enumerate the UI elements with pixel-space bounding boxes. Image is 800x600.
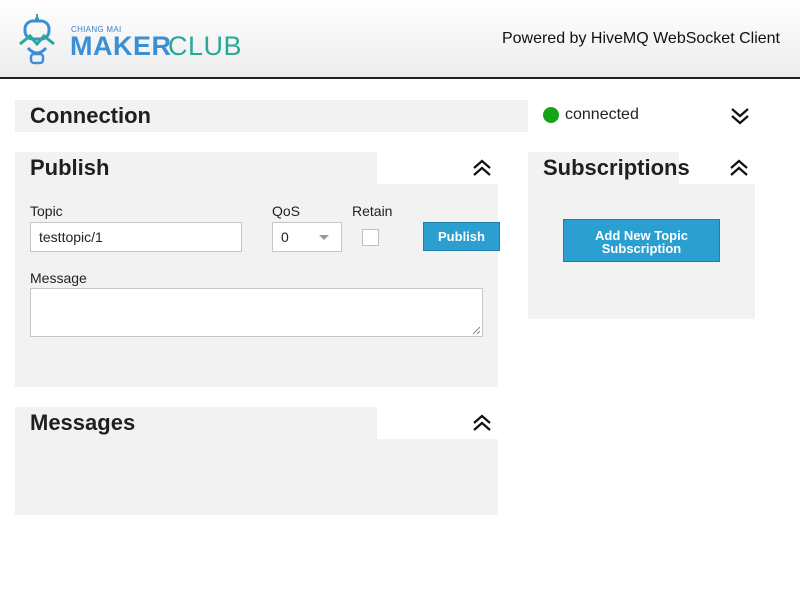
publish-title: Publish <box>30 155 110 180</box>
app-header: CHIANG MAI MAKER CLUB Powered by HiveMQ … <box>0 0 800 79</box>
messages-title: Messages <box>30 410 136 435</box>
qos-label: QoS <box>272 203 301 219</box>
retain-checkbox[interactable] <box>362 229 379 246</box>
double-chevron-up-icon[interactable] <box>471 412 493 434</box>
message-textarea[interactable] <box>30 288 483 337</box>
caret-down-icon <box>319 235 329 240</box>
connection-status: connected <box>543 106 639 124</box>
connection-title: Connection <box>30 103 151 128</box>
double-chevron-down-icon[interactable] <box>729 105 751 127</box>
publish-header[interactable]: Publish <box>15 152 377 184</box>
topic-label: Topic <box>30 203 63 219</box>
qos-select[interactable]: 0 <box>272 222 342 252</box>
maker-robot-logo-icon <box>19 14 55 65</box>
status-text: connected <box>565 106 639 123</box>
subscriptions-header[interactable]: Subscriptions <box>528 152 690 184</box>
add-topic-subscription-button[interactable]: Add New Topic Subscription <box>563 219 720 262</box>
powered-by-text: Powered by HiveMQ WebSocket Client <box>501 30 780 47</box>
publish-button[interactable]: Publish <box>423 222 500 251</box>
topic-input[interactable]: testtopic/1 <box>30 222 242 252</box>
messages-panel <box>15 439 498 515</box>
logo-club-text: CLUB <box>168 31 243 61</box>
double-chevron-up-icon[interactable] <box>471 157 493 179</box>
add-button-line2: Subscription <box>601 241 682 256</box>
retain-label: Retain <box>352 203 393 219</box>
logo-maker-text: MAKER <box>70 31 172 61</box>
subscriptions-title: Subscriptions <box>543 155 690 180</box>
resize-grip-icon[interactable] <box>472 326 481 335</box>
double-chevron-up-icon[interactable] <box>728 157 750 179</box>
connection-header[interactable]: Connection <box>15 100 528 132</box>
message-label: Message <box>30 270 87 286</box>
qos-selected-value: 0 <box>281 229 289 245</box>
publish-panel <box>15 184 498 387</box>
messages-header[interactable]: Messages <box>15 407 377 439</box>
status-indicator-dot <box>543 107 559 123</box>
